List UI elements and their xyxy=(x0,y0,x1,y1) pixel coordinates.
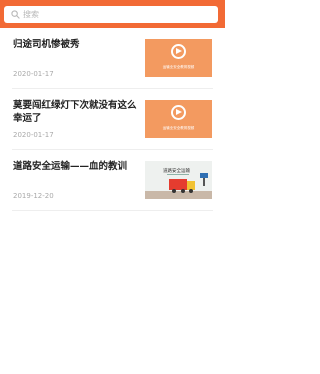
news-item[interactable]: 道路安全运输——血的教训 2019-12-20 道路安全运输 xyxy=(12,150,213,211)
road-sign-icon xyxy=(200,173,208,178)
video-thumbnail[interactable]: 运输业安全教育视频 xyxy=(145,39,212,77)
news-title[interactable]: 归途司机惨被秀 xyxy=(13,38,139,51)
play-triangle-icon xyxy=(176,109,182,115)
news-list: 归途司机惨被秀 2020-01-17 运输业安全教育视频 莫要闯红绿灯下次就没有… xyxy=(0,28,225,211)
news-date: 2019-12-20 xyxy=(13,192,54,200)
news-title[interactable]: 莫要闯红绿灯下次就没有这么幸运了 xyxy=(13,99,139,125)
illustration-thumbnail[interactable]: 道路安全运输 xyxy=(145,161,212,199)
search-icon xyxy=(10,10,20,20)
truck-icon xyxy=(169,179,187,190)
search-placeholder: 搜索 xyxy=(23,10,39,19)
news-date: 2020-01-17 xyxy=(13,131,54,139)
page: 搜索 归途司机惨被秀 2020-01-17 运输业安全教育视频 莫要闯红绿灯下次… xyxy=(0,0,225,374)
search-input[interactable]: 搜索 xyxy=(4,6,218,23)
video-thumbnail[interactable]: 运输业安全教育视频 xyxy=(145,100,212,138)
wheel-icon xyxy=(189,189,193,193)
thumbnail-caption: 运输业安全教育视频 xyxy=(162,65,195,69)
play-triangle-icon xyxy=(176,48,182,54)
divider xyxy=(167,174,189,175)
wheel-icon xyxy=(181,189,185,193)
news-item[interactable]: 莫要闯红绿灯下次就没有这么幸运了 2020-01-17 运输业安全教育视频 xyxy=(12,89,213,150)
news-date: 2020-01-17 xyxy=(13,70,54,78)
thumbnail-caption: 运输业安全教育视频 xyxy=(162,126,195,130)
news-item[interactable]: 归途司机惨被秀 2020-01-17 运输业安全教育视频 xyxy=(12,28,213,89)
news-title[interactable]: 道路安全运输——血的教训 xyxy=(13,160,139,173)
header-bar: 搜索 xyxy=(0,0,225,28)
road-ground xyxy=(145,191,212,199)
wheel-icon xyxy=(172,189,176,193)
